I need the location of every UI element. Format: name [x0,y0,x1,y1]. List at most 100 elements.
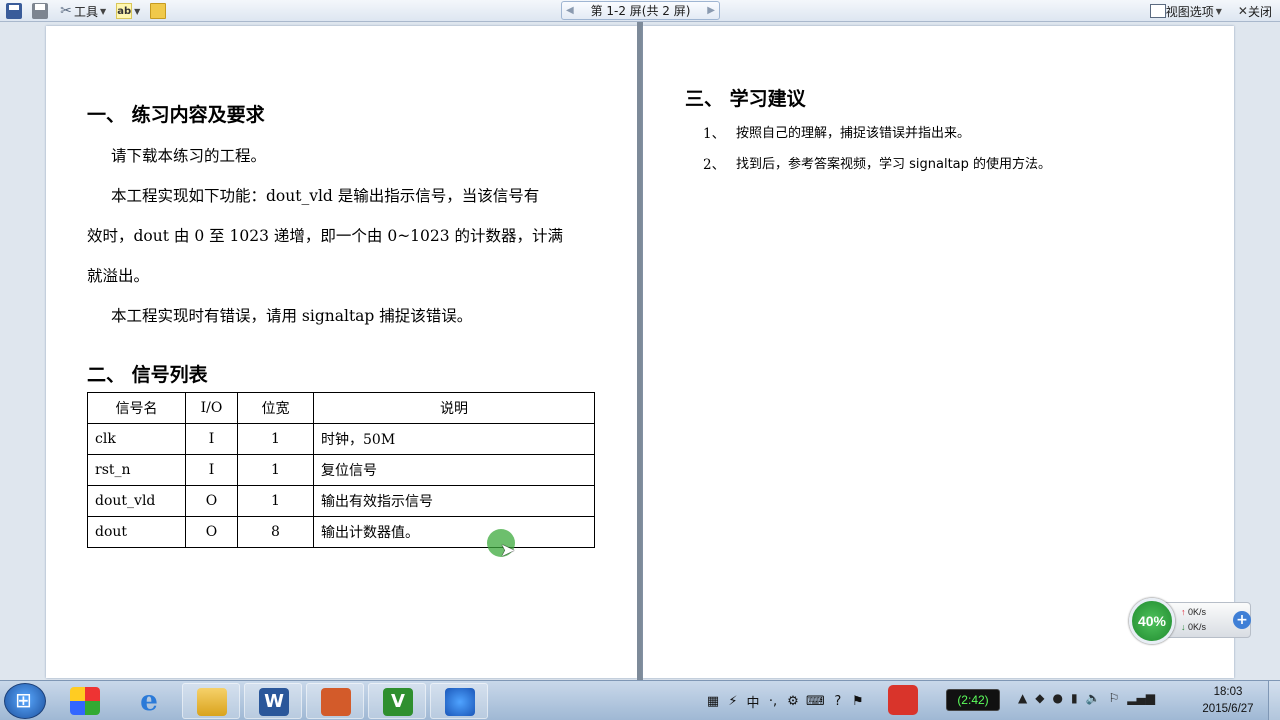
mouse-cursor-icon: ➤ [500,540,516,561]
tools-menu-button[interactable]: ✂ 工具 ▼ [54,2,110,20]
print-button[interactable] [28,2,52,20]
table-row: clk I 1 时钟，50M [87,423,595,455]
screen-pager: ◀ 第 1-2 屏(共 2 屏) ▶ [561,1,720,20]
paragraph-download: 请下载本练习的工程。 [111,147,267,165]
help-icon[interactable]: ? [831,694,845,709]
keyboard-icon[interactable]: ⌨ [806,694,825,709]
previous-screen-button[interactable]: ◀ [566,5,574,16]
ime-settings-icon[interactable]: ⚙ [786,694,800,709]
table-cell: 8 [237,516,314,548]
taskbar-quartus[interactable] [430,683,488,719]
list-item-number: 2、 [703,157,726,173]
speedup-plus-icon[interactable]: + [1233,611,1251,629]
vim-icon: V [383,688,413,716]
save-button[interactable] [2,2,26,20]
paragraph-function-line2: 效时，dout 由 0 至 1023 递增，即一个由 0~1023 的计数器，计… [87,227,564,245]
list-item: 按照自己的理解，捕捉该错误并指出来。 [736,126,971,141]
taskbar-internet-explorer[interactable]: e [120,683,178,719]
folder-icon [150,3,167,19]
network-icon[interactable]: ▂▄▆ [1127,691,1155,705]
punctuation-icon[interactable]: ·, [766,694,780,709]
close-button[interactable]: ✕ 关闭 [1234,2,1276,20]
battery-timer[interactable]: (2:42) [946,689,1000,711]
battery-icon[interactable]: ▮ [1071,691,1078,705]
print-icon [32,3,48,19]
memory-usage-ball[interactable]: 40% [1129,598,1175,644]
table-row: dout_vld O 1 输出有效指示信号 [87,485,595,517]
action-center-icon[interactable]: ⚐ [1109,691,1120,705]
taskbar-file-explorer[interactable] [182,683,240,719]
view-options-button[interactable]: 视图选项 ▼ [1146,2,1226,20]
app-launcher-icon [70,687,100,715]
table-cell: 时钟，50M [313,423,595,455]
table-header-cell: 信号名 [87,392,186,424]
section-1-heading: 一、 练习内容及要求 [87,104,265,126]
upload-arrow-icon: ↑ [1181,607,1186,617]
network-speed-widget[interactable]: 40% ↑ 0K/s ↓ 0K/s + [1129,598,1253,644]
taskbar-app-launcher[interactable] [56,683,114,719]
list-item: 找到后，参考答案视频，学习 signaltap 的使用方法。 [736,157,1052,172]
table-row: dout O 8 输出计数器值。 [87,516,595,548]
chevron-down-icon: ▼ [100,6,107,16]
upload-speed-value: 0K/s [1188,607,1207,617]
table-cell: clk [87,423,186,455]
toolbar-left-group: ✂ 工具 ▼ ab ▼ [2,2,170,20]
view-options-label: 视图选项 [1165,4,1214,19]
ime-mode-icon[interactable]: ⚡ [726,694,740,709]
show-desktop-button[interactable] [1268,681,1280,720]
system-tray: ▲ ◆ ● ▮ 🔈 ⚐ ▂▄▆ [1018,691,1155,705]
taskbar-powerpoint[interactable] [306,683,364,719]
folder-button[interactable] [146,2,170,20]
chevron-down-icon: ▼ [134,6,141,16]
pager-text[interactable]: 第 1-2 屏(共 2 屏) [591,2,691,19]
ime-language[interactable]: 中 [746,692,760,711]
system-clock[interactable]: 18:03 2015/6/27 [1196,684,1260,718]
taskbar: e W V ▦ ⚡ 中 ·, ⚙ ⌨ ? ⚑ (2:42) ▲ ◆ ● ▮ 🔈 … [0,680,1280,720]
close-label: 关闭 [1247,4,1272,19]
paragraph-function-line1: 本工程实现如下功能：dout_vld 是输出指示信号，当该信号有 [111,187,540,205]
spelling-button[interactable]: ab ▼ [112,2,144,20]
table-cell: dout_vld [87,485,186,517]
tray-app-icon[interactable]: ● [1052,691,1062,705]
signal-table: 信号名 I/O 位宽 说明 clk I 1 时钟，50M rst_n I 1 复… [87,392,595,548]
ime-logo-icon[interactable]: ▦ [706,694,720,709]
table-cell: 复位信号 [313,454,595,486]
table-header-cell: 位宽 [237,392,314,424]
toolbar-right-group: 视图选项 ▼ ✕ 关闭 [1146,2,1276,20]
tools-label: 工具 [74,4,99,19]
reading-area: 一、 练习内容及要求 请下载本练习的工程。 本工程实现如下功能：dout_vld… [0,22,1280,680]
taskbar-red-app[interactable] [888,685,918,715]
chevron-down-icon: ▼ [1215,6,1222,16]
table-cell: dout [87,516,186,548]
document-page-left: 一、 练习内容及要求 请下载本练习的工程。 本工程实现如下功能：dout_vld… [46,26,637,678]
ime-options-icon[interactable]: ⚑ [851,694,865,709]
word-icon: W [259,688,289,716]
table-cell: I [185,454,238,486]
show-hidden-icons-icon[interactable]: ▲ [1018,691,1027,705]
download-speed-value: 0K/s [1188,622,1207,632]
next-screen-button[interactable]: ▶ [707,5,715,16]
taskbar-vim[interactable]: V [368,683,426,719]
tray-app-icon[interactable]: ◆ [1035,691,1044,705]
section-3-heading: 三、 学习建议 [685,88,806,110]
volume-icon[interactable]: 🔈 [1086,691,1101,705]
clock-date: 2015/6/27 [1202,703,1254,715]
paragraph-error: 本工程实现时有错误，请用 signaltap 捕捉该错误。 [111,307,473,325]
file-explorer-icon [197,688,227,716]
tools-icon: ✂ [60,3,72,19]
table-cell: 1 [237,423,314,455]
table-cell: 输出计数器值。 [313,516,595,548]
section-2-heading: 二、 信号列表 [87,364,208,386]
reading-toolbar: ✂ 工具 ▼ ab ▼ ◀ 第 1-2 屏(共 2 屏) ▶ 视图选项 ▼ ✕ … [0,0,1280,22]
table-cell: 1 [237,485,314,517]
document-page-right: 三、 学习建议 1、 按照自己的理解，捕捉该错误并指出来。 2、 找到后，参考答… [643,26,1234,678]
start-button[interactable] [4,683,46,719]
table-cell: 1 [237,454,314,486]
input-method-bar: ▦ ⚡ 中 ·, ⚙ ⌨ ? ⚑ [706,687,865,715]
taskbar-word[interactable]: W [244,683,302,719]
close-icon: ✕ [1237,4,1248,18]
powerpoint-icon [321,688,351,716]
table-cell: I [185,423,238,455]
table-cell: rst_n [87,454,186,486]
download-arrow-icon: ↓ [1181,622,1186,632]
